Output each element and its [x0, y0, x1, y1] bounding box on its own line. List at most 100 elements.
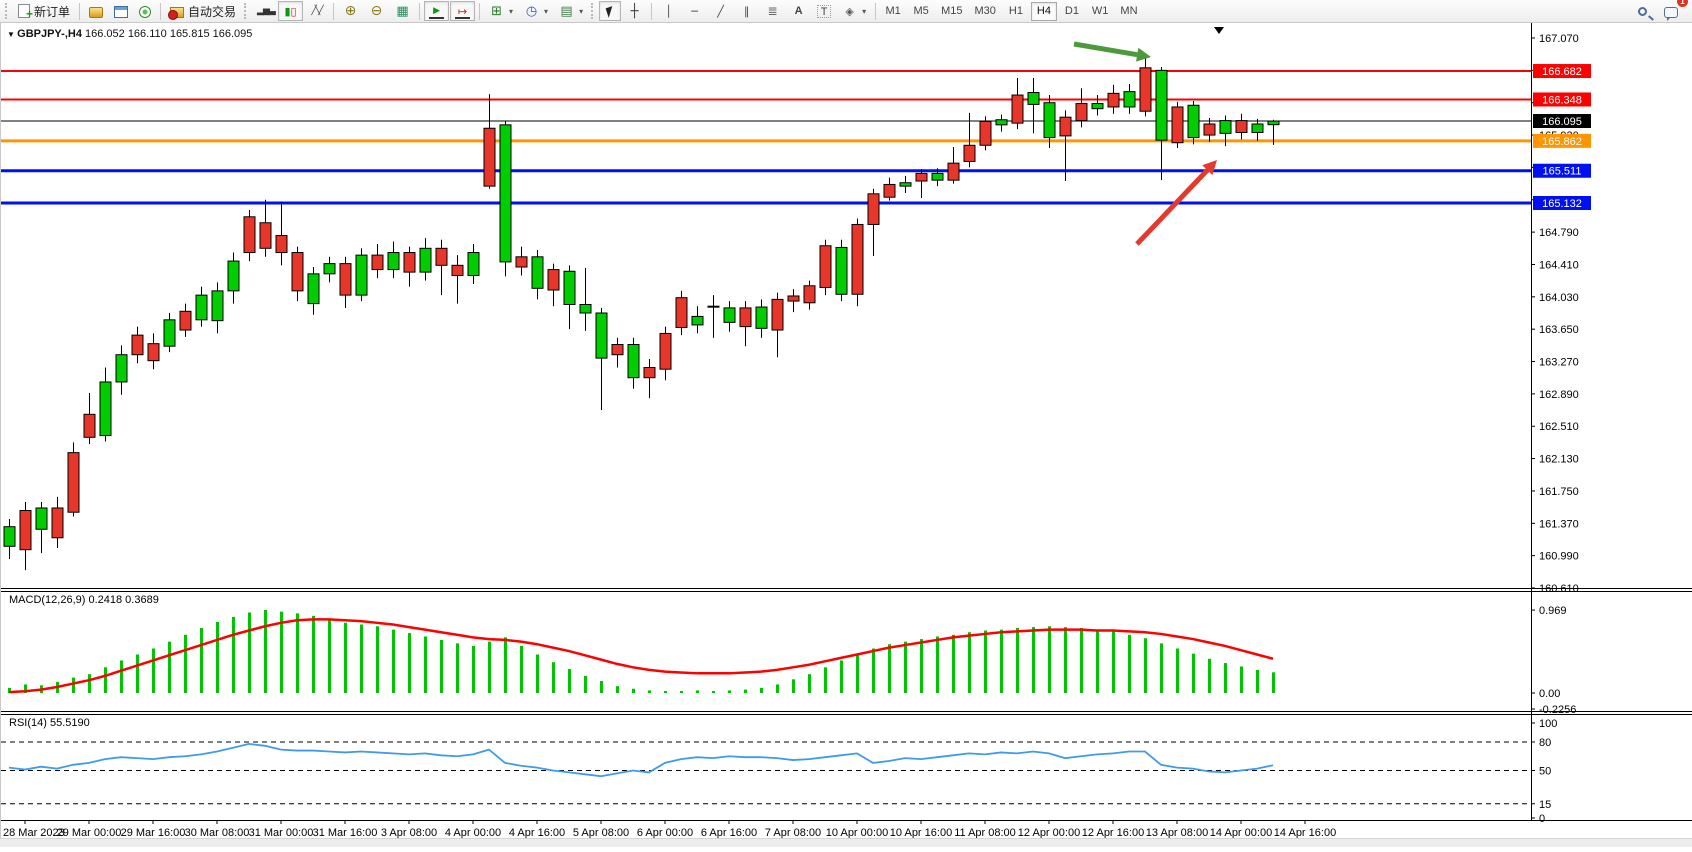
macd-signal-line: [9, 619, 1273, 692]
auto-trading-button[interactable]: 自动交易: [165, 1, 241, 21]
candlestick: [916, 173, 927, 181]
candlestick: [1252, 124, 1263, 133]
auto-scroll-button[interactable]: ▶: [424, 1, 449, 21]
candlestick: [532, 257, 543, 289]
candlestick-chart-button[interactable]: ▮▯: [278, 1, 303, 21]
candlestick: [724, 308, 735, 322]
toolbar-drag-handle[interactable]: [591, 3, 595, 19]
new-order-button[interactable]: 新订单: [13, 1, 75, 21]
profile-button[interactable]: [84, 1, 108, 21]
price-badge-label: 166.682: [1542, 66, 1582, 78]
price-tick-label: 162.130: [1539, 454, 1579, 466]
toolbar-drag-handle[interactable]: [244, 3, 248, 19]
periods-button[interactable]: ◷▾: [519, 1, 553, 21]
candlestick: [1172, 107, 1183, 143]
trend-arrow-red[interactable]: [1137, 170, 1207, 244]
candlestick: [100, 382, 111, 436]
notifications-button[interactable]: 1: [1659, 1, 1683, 21]
trend-arrow-green-head[interactable]: [1136, 48, 1151, 62]
candlestick: [292, 253, 303, 291]
horizontal-line-button[interactable]: ─: [682, 1, 707, 21]
search-button[interactable]: [1631, 1, 1653, 21]
candlestick: [1188, 105, 1199, 137]
tile-windows-button[interactable]: ▦: [390, 1, 415, 21]
chart-shift-icon: ↦: [455, 4, 470, 19]
candlestick: [484, 128, 495, 186]
rsi-axis-label: 15: [1539, 799, 1551, 811]
candlestick: [1156, 70, 1167, 140]
new-chart-button[interactable]: ⊞▾: [484, 1, 518, 21]
indicators-button[interactable]: ▤▾: [554, 1, 588, 21]
candlestick: [1140, 68, 1151, 111]
news-signal-button[interactable]: [134, 1, 156, 21]
chart-window: 167.070166.690166.310165.930165.550165.1…: [0, 23, 1692, 847]
channel-button[interactable]: ∥: [734, 1, 759, 21]
candlestick: [564, 271, 575, 304]
price-tick-label: 164.410: [1539, 259, 1579, 271]
price-chart-canvas[interactable]: 167.070166.690166.310165.930165.550165.1…: [1, 23, 1692, 847]
market-window-button[interactable]: [109, 1, 133, 21]
macd-axis-label: 0.00: [1539, 688, 1560, 700]
candlestick: [836, 247, 847, 294]
crosshair-button[interactable]: ┼: [622, 1, 647, 21]
chart-shift-button[interactable]: ↦: [450, 1, 475, 21]
toolbar-separator: [651, 3, 652, 20]
chevron-down-icon: ▾: [862, 7, 866, 16]
trend-arrow-green[interactable]: [1074, 44, 1137, 55]
candlestick: [388, 253, 399, 270]
candlestick: [596, 313, 607, 358]
text-tool-button[interactable]: A: [786, 1, 811, 21]
timeframe-button-D1[interactable]: D1: [1059, 2, 1085, 21]
timeframe-button-M5[interactable]: M5: [908, 2, 934, 21]
auto-trading-label: 自动交易: [188, 3, 236, 20]
rsi-axis-label: 50: [1539, 766, 1551, 778]
candlestick: [980, 121, 991, 145]
candlestick: [116, 355, 127, 382]
bar-chart-button[interactable]: ▂▅▃: [252, 1, 277, 21]
toolbar-separator: [160, 3, 161, 20]
candlestick: [196, 295, 207, 320]
rsi-axis-label: 80: [1539, 737, 1551, 749]
candlestick: [516, 257, 527, 267]
toolbar-separator: [875, 3, 876, 20]
candlestick: [356, 255, 367, 295]
fibonacci-icon: ≣: [765, 4, 780, 19]
timeframe-button-H4[interactable]: H4: [1031, 2, 1057, 21]
toolbar-separator: [419, 3, 420, 20]
candlestick: [612, 345, 623, 355]
vertical-line-button[interactable]: │: [656, 1, 681, 21]
candlestick: [340, 264, 351, 296]
trendline-button[interactable]: ╱: [708, 1, 733, 21]
timeframe-button-M1[interactable]: M1: [880, 2, 906, 21]
candlestick: [148, 344, 159, 361]
cursor-icon: [605, 6, 615, 18]
shapes-button[interactable]: ◈▾: [837, 1, 871, 21]
tile-windows-icon: ▦: [395, 4, 410, 19]
line-chart-button[interactable]: ╱╲╱: [304, 1, 329, 21]
price-badge-label: 165.511: [1543, 166, 1582, 178]
toolbar-drag-handle[interactable]: [5, 3, 9, 19]
fibonacci-button[interactable]: ≣: [760, 1, 785, 21]
label-tool-button[interactable]: T: [812, 1, 836, 21]
price-tick-label: 161.370: [1539, 518, 1579, 530]
trendline-icon: ╱: [713, 4, 728, 19]
zoom-in-button[interactable]: ⊕: [338, 1, 363, 21]
timeframe-button-MN[interactable]: MN: [1115, 2, 1142, 21]
notification-badge: 1: [1677, 0, 1688, 7]
candlestick: [244, 217, 255, 253]
candlestick: [500, 125, 511, 262]
chart-shift-marker[interactable]: [1214, 27, 1224, 34]
candlestick: [884, 184, 895, 197]
zoom-out-button[interactable]: ⊖: [364, 1, 389, 21]
timeframe-button-H1[interactable]: H1: [1003, 2, 1029, 21]
timeframe-button-M15[interactable]: M15: [936, 2, 967, 21]
candlestick: [1044, 103, 1055, 138]
timeframe-toolbar: M1M5M15M30H1H4D1W1MN: [880, 2, 1142, 21]
candlestick: [740, 308, 751, 327]
price-tick-label: 162.510: [1539, 421, 1579, 433]
cursor-button[interactable]: [599, 1, 621, 21]
timeframe-button-M30[interactable]: M30: [970, 2, 1001, 21]
timeframe-button-W1[interactable]: W1: [1087, 2, 1114, 21]
price-badge-label: 166.095: [1542, 116, 1582, 128]
text-icon: A: [791, 4, 806, 19]
